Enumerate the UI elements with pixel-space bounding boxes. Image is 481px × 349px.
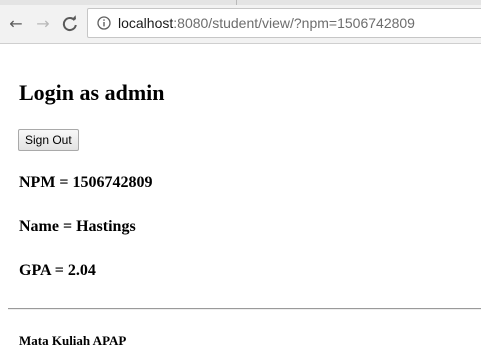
npm-field: NPM = 1506742809 — [19, 174, 153, 191]
tab-separator — [236, 0, 237, 5]
tab-strip — [0, 0, 481, 5]
sign-out-button[interactable]: Sign Out — [18, 129, 79, 151]
info-icon[interactable] — [97, 16, 111, 30]
reload-icon[interactable] — [60, 14, 80, 34]
gpa-field: GPA = 2.04 — [19, 262, 96, 279]
section-heading: Mata Kuliah APAP — [19, 333, 127, 348]
horizontal-divider — [8, 308, 481, 310]
address-bar[interactable]: localhost:8080/student/view/?npm=1506742… — [87, 8, 481, 38]
url-text[interactable]: localhost:8080/student/view/?npm=1506742… — [118, 9, 415, 37]
forward-arrow-icon[interactable]: → — [33, 14, 53, 34]
url-path: :8080/student/view/?npm=1506742809 — [173, 15, 415, 31]
name-field: Name = Hastings — [19, 218, 136, 235]
back-arrow-icon[interactable]: ← — [6, 14, 26, 34]
reload-glyph — [62, 15, 77, 32]
page-title: Login as admin — [19, 80, 165, 105]
browser-toolbar: ← → localhost:8080/student/view/?npm=150… — [0, 0, 481, 44]
url-host: localhost — [118, 15, 174, 31]
